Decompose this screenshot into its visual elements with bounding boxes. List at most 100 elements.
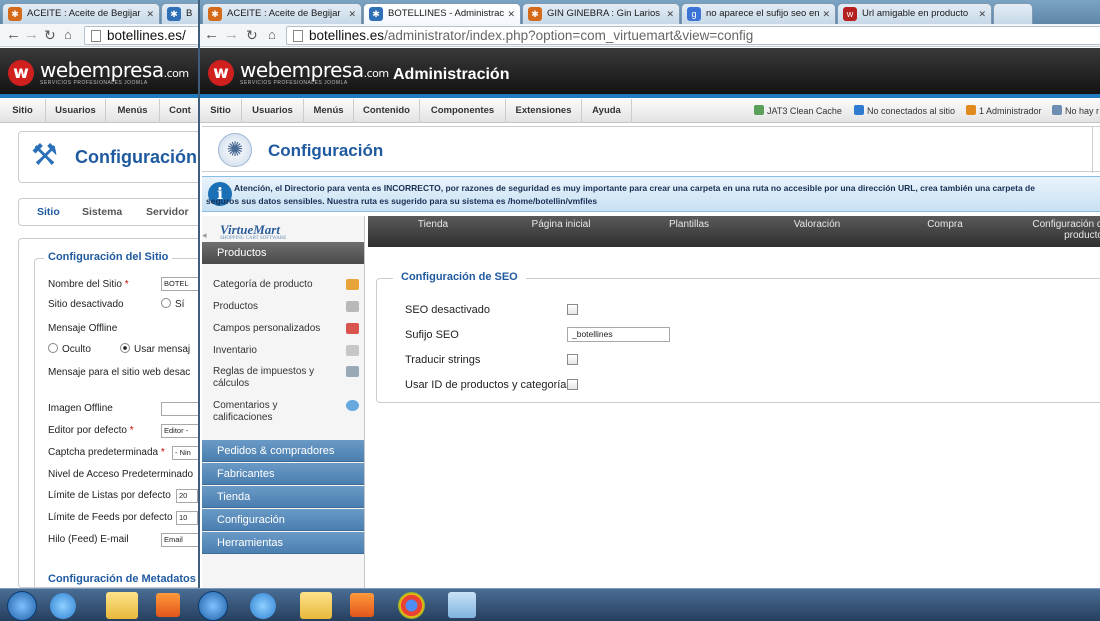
menu-usuarios[interactable]: Usuarios: [46, 99, 106, 123]
browser-tab[interactable]: g no aparece el sufijo seo en ✕: [681, 3, 836, 24]
warning-notice: i Atención, el Directorio para venta es …: [202, 176, 1100, 212]
jat3-cache-link[interactable]: JAT3 Clean Cache: [754, 99, 842, 123]
notice-text-line2: seguros sus datos sensibles. Nuestra rut…: [206, 196, 598, 206]
browser-tab[interactable]: ✱ B: [161, 3, 200, 24]
close-icon[interactable]: ✕: [978, 4, 986, 24]
menu-menus[interactable]: Menús: [304, 99, 354, 123]
browser-tab-active[interactable]: ✱ BOTELLINES - Administrac ✕: [363, 3, 521, 24]
joomla-favicon-icon: ✱: [208, 7, 222, 21]
forward-arrow-icon[interactable]: →: [224, 26, 239, 44]
translate-strings-checkbox[interactable]: [567, 354, 578, 365]
sidebar-item-productos[interactable]: Productos: [213, 301, 359, 313]
feed-limit-select[interactable]: 10: [176, 511, 198, 525]
seo-legend: Configuración de SEO: [393, 271, 526, 283]
tab-servidor[interactable]: Servidor: [146, 206, 189, 218]
internet-explorer-icon[interactable]: [50, 593, 76, 619]
close-icon[interactable]: ✕: [348, 4, 356, 24]
menu-componentes[interactable]: Componentes: [420, 99, 506, 123]
sidebar-header-productos[interactable]: Productos: [202, 242, 364, 264]
url-field[interactable]: botellines.es/: [84, 26, 200, 45]
menu-contenido[interactable]: Contenido: [354, 99, 420, 123]
paint-icon[interactable]: [448, 592, 476, 618]
windows-taskbar: [0, 588, 1100, 621]
start-button-icon[interactable]: [198, 591, 228, 621]
sidebar-item-impuestos[interactable]: Reglas de impuestos y cálculos: [213, 366, 317, 390]
tab-sitio[interactable]: Sitio: [37, 206, 60, 218]
tab-title: GIN GINEBRA : Gin Larios: [547, 8, 660, 19]
tab-plantillas[interactable]: Plantillas: [644, 219, 734, 230]
sidebar-header-configuracion[interactable]: Configuración: [202, 509, 364, 531]
reload-icon[interactable]: ↻: [246, 26, 258, 44]
menu-sitio[interactable]: Sitio: [0, 99, 46, 123]
back-arrow-icon[interactable]: ←: [204, 26, 219, 44]
radio-usar-mensaje[interactable]: Usar mensaj: [120, 343, 190, 355]
sidebar-header-tienda[interactable]: Tienda: [202, 486, 364, 508]
browser-tab[interactable]: ✱ ACEITE : Aceite de Begijar ✕: [2, 3, 160, 24]
label-use-product-id: Usar ID de productos y categorías: [405, 379, 572, 391]
close-icon[interactable]: ✕: [507, 4, 515, 24]
google-favicon-icon: g: [687, 7, 701, 21]
media-player-icon[interactable]: [350, 593, 374, 617]
seo-suffix-input[interactable]: _botellines: [567, 327, 670, 342]
browser-tab[interactable]: w Url amigable en producto ✕: [837, 3, 992, 24]
menu-usuarios[interactable]: Usuarios: [242, 99, 304, 123]
messages-status[interactable]: No hay r: [1052, 99, 1099, 123]
feed-email-select[interactable]: Email: [161, 533, 200, 547]
tab-pagina-inicial[interactable]: Página inicial: [516, 219, 606, 230]
tab-sistema[interactable]: Sistema: [82, 206, 122, 218]
folder-icon: [346, 279, 359, 290]
close-icon[interactable]: ✕: [666, 4, 674, 24]
url-field[interactable]: botellines.es/administrator/index.php?op…: [286, 26, 1100, 45]
close-icon[interactable]: ✕: [146, 4, 154, 24]
tab-compra[interactable]: Compra: [900, 219, 990, 230]
header-divider: [0, 94, 200, 98]
browser-tab[interactable]: ✱ ACEITE : Aceite de Begijar ✕: [202, 3, 362, 24]
reload-icon[interactable]: ↻: [44, 26, 56, 44]
new-tab-button[interactable]: [993, 3, 1033, 24]
collapse-arrow-icon[interactable]: ◂: [202, 230, 207, 241]
tab-tienda[interactable]: Tienda: [388, 219, 478, 230]
seo-disabled-checkbox[interactable]: [567, 304, 578, 315]
list-limit-select[interactable]: 20: [176, 489, 198, 503]
sidebar-item-comentarios[interactable]: Comentarios y calificaciones: [213, 400, 303, 424]
home-icon[interactable]: ⌂: [268, 26, 276, 44]
header-divider: [200, 94, 1100, 98]
joomla-favicon-icon: ✱: [528, 7, 542, 21]
menu-extensiones[interactable]: Extensiones: [506, 99, 582, 123]
forward-arrow-icon[interactable]: →: [24, 26, 39, 44]
default-editor-select[interactable]: Editor -: [161, 424, 200, 438]
sidebar-item-campos[interactable]: Campos personalizados: [213, 323, 359, 335]
home-icon[interactable]: ⌂: [64, 26, 72, 44]
sidebar-item-categorias[interactable]: Categoría de producto: [213, 279, 359, 291]
menu-sitio[interactable]: Sitio: [200, 99, 242, 123]
sidebar-header-fabricantes[interactable]: Fabricantes: [202, 463, 364, 485]
sidebar-header-pedidos[interactable]: Pedidos & compradores: [202, 440, 364, 462]
seo-fieldset: Configuración de SEO SEO desactivado Suf…: [376, 271, 1100, 403]
label-feed-limit: Límite de Feeds por defecto: [48, 512, 173, 523]
internet-explorer-icon[interactable]: [250, 593, 276, 619]
captcha-select[interactable]: - Nin: [172, 446, 200, 460]
file-explorer-icon[interactable]: [106, 592, 138, 619]
tab-configuracion-productos[interactable]: Configuración de productos: [1008, 219, 1100, 241]
file-explorer-icon[interactable]: [300, 592, 332, 619]
chrome-icon[interactable]: [398, 592, 425, 619]
use-product-id-checkbox[interactable]: [567, 379, 578, 390]
menu-contenido[interactable]: Cont: [160, 99, 200, 123]
page-title: Configuración: [75, 147, 197, 167]
sidebar-item-inventario[interactable]: Inventario: [213, 345, 359, 357]
visitors-status: No conectados al sitio: [854, 99, 955, 123]
offline-image-input[interactable]: [161, 402, 200, 416]
sidebar-header-herramientas[interactable]: Herramientas: [202, 532, 364, 554]
offline-yes-radio[interactable]: Sí: [161, 298, 184, 310]
left-page-body: ⚒ Configuración Sitio Sistema Servidor C…: [0, 123, 200, 588]
tab-valoracion[interactable]: Valoración: [772, 219, 862, 230]
menu-ayuda[interactable]: Ayuda: [582, 99, 632, 123]
site-name-input[interactable]: BOTEL: [161, 277, 200, 291]
browser-tab[interactable]: ✱ GIN GINEBRA : Gin Larios ✕: [522, 3, 680, 24]
media-player-icon[interactable]: [156, 593, 180, 617]
back-arrow-icon[interactable]: ←: [6, 26, 21, 44]
close-icon[interactable]: ✕: [822, 4, 830, 24]
radio-oculto[interactable]: Oculto: [48, 343, 91, 355]
menu-menus[interactable]: Menús: [106, 99, 160, 123]
start-button-icon[interactable]: [7, 591, 37, 621]
